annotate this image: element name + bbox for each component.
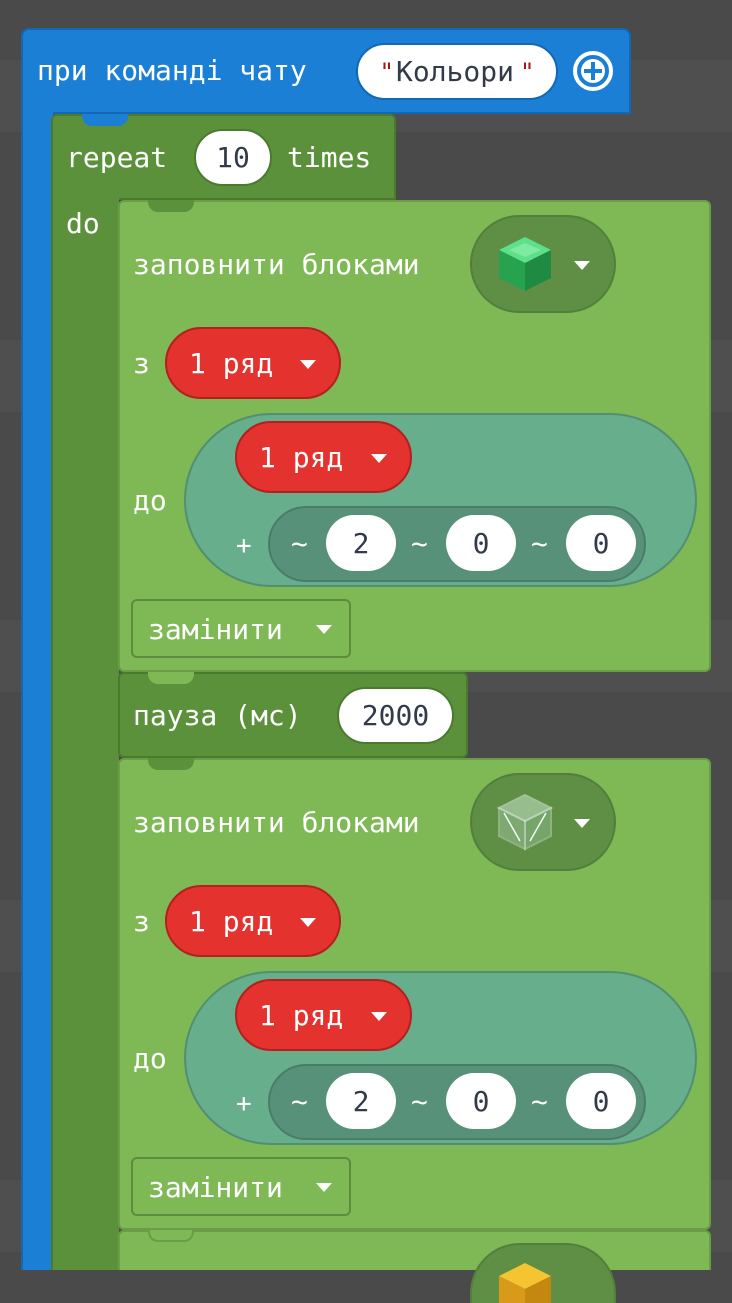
chat-command-input[interactable]: " Кольори " [356,43,558,100]
times-label: times [287,141,372,174]
fill1-tilde-y: ~ [411,527,428,560]
event-label: при команді чату [37,54,307,87]
fill1-from-dropdown[interactable]: 1 ряд [165,327,341,399]
fill2-offset-x-input[interactable]: 2 [326,1073,396,1129]
pause-notch [148,672,194,684]
emerald-block-icon [494,233,556,295]
pause-label: пауза (мс) [133,699,302,732]
repeat-label: repeat [66,141,168,174]
fill2-notch [148,758,194,770]
fill3-block-dropdown[interactable] [470,1243,616,1303]
quote-open: " [379,57,394,86]
fill2-offset-y-input[interactable]: 0 [446,1073,516,1129]
fill-block-3[interactable] [118,1230,711,1270]
chevron-down-icon [574,261,590,270]
chevron-down-icon [574,819,590,828]
fill1-label: заповнити блоками [133,248,420,281]
fill2-to-label: до [133,1042,167,1075]
event-block-spine [21,110,53,1270]
chevron-down-icon [316,625,332,634]
fill2-to-value: 1 ряд [259,998,344,1032]
fill2-mode-value: замінити [148,1171,283,1204]
fill1-block-dropdown[interactable] [470,215,616,313]
fill1-offset-y-input[interactable]: 0 [446,515,516,571]
fill1-from-value: 1 ряд [189,346,274,380]
fill1-to-value: 1 ряд [259,440,344,474]
do-label: do [66,207,100,240]
chevron-down-icon [371,454,387,463]
quote-close: " [520,57,535,86]
fill1-plus-label: + [236,531,252,561]
chevron-down-icon [316,1183,332,1192]
fill2-block-dropdown[interactable] [470,773,616,871]
fill2-plus-label: + [236,1089,252,1119]
fill1-from-label: з [133,347,150,380]
chevron-down-icon [300,360,316,369]
repeat-notch [82,114,128,126]
fill1-tilde-z: ~ [531,527,548,560]
fill1-offset-z-input[interactable]: 0 [566,515,636,571]
fill3-notch [148,1230,194,1242]
fill2-offset-z-input[interactable]: 0 [566,1073,636,1129]
fill2-to-dropdown[interactable]: 1 ряд [235,979,412,1051]
fill2-from-dropdown[interactable]: 1 ряд [165,885,341,957]
fill2-from-label: з [133,905,150,938]
fill1-notch [148,200,194,212]
repeat-count-input[interactable]: 10 [194,129,272,186]
fill2-tilde-y: ~ [411,1085,428,1118]
fill1-mode-value: замінити [148,613,283,646]
fill1-to-dropdown[interactable]: 1 ряд [235,421,412,493]
fill2-mode-dropdown[interactable]: замінити [131,1157,351,1216]
fill2-from-value: 1 ряд [189,904,274,938]
fill1-mode-dropdown[interactable]: замінити [131,599,351,658]
fill1-offset-x-input[interactable]: 2 [326,515,396,571]
fill2-tilde-z: ~ [531,1085,548,1118]
fill1-tilde-x: ~ [291,527,308,560]
fill1-to-label: до [133,484,167,517]
chevron-down-icon [300,918,316,927]
repeat-spine [51,198,119,1270]
glass-block-icon [494,791,556,853]
chat-command-text: Кольори [395,55,514,88]
plus-circle-icon[interactable] [572,50,614,92]
chevron-down-icon [371,1012,387,1021]
fill2-tilde-x: ~ [291,1085,308,1118]
fill2-label: заповнити блоками [133,806,420,839]
gold-block-icon [494,1259,556,1303]
pause-duration-input[interactable]: 2000 [337,687,454,744]
